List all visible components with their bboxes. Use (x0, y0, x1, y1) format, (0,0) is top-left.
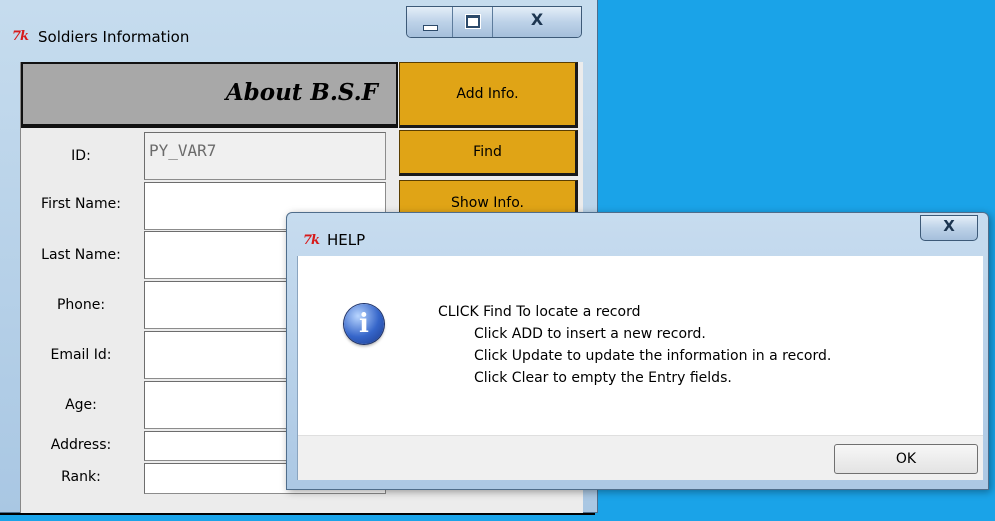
id-field[interactable]: PY_VAR7 (144, 132, 386, 180)
window-bottom-edge (0, 513, 595, 515)
about-banner-text: About B.S.F (225, 79, 378, 106)
main-window-title: Soldiers Information (38, 28, 190, 46)
maximize-icon[interactable] (453, 7, 493, 37)
tk-feather-icon: 7k (12, 29, 29, 44)
ok-button[interactable]: OK (834, 444, 978, 474)
help-message-line: Click Update to update the information i… (474, 348, 832, 364)
last-name-label: Last Name: (41, 247, 121, 263)
close-glyph: X (530, 10, 544, 29)
help-dialog-title: HELP (327, 231, 366, 249)
about-banner: About B.S.F (21, 62, 398, 128)
address-label: Address: (50, 437, 112, 453)
tk-feather-icon: 7k (303, 233, 320, 248)
email-label: Email Id: (50, 347, 112, 363)
help-message-line: CLICK Find To locate a record (438, 304, 641, 320)
rank-label: Rank: (61, 469, 101, 485)
main-titlebar[interactable]: 7k Soldiers Information X (0, 0, 597, 52)
help-message-line: Click Clear to empty the Entry fields. (474, 370, 732, 386)
phone-label: Phone: (56, 297, 106, 313)
add-info-button[interactable]: Add Info. (399, 62, 578, 128)
first-name-label: First Name: (41, 196, 121, 212)
age-label: Age: (65, 397, 97, 413)
help-message-line: Click ADD to insert a new record. (474, 326, 706, 342)
help-dialog-footer: OK (298, 435, 983, 480)
find-button[interactable]: Find (399, 130, 578, 176)
close-icon[interactable]: X (493, 7, 581, 37)
close-icon[interactable]: X (920, 215, 978, 241)
caption-buttons: X (406, 6, 582, 38)
help-dialog: 7k HELP X i CLICK Find To locate a recor… (286, 212, 989, 490)
help-message-body: i CLICK Find To locate a record Click AD… (297, 256, 983, 480)
minimize-icon[interactable] (407, 7, 453, 37)
close-glyph: X (943, 217, 955, 235)
info-icon: i (344, 304, 384, 344)
id-label: ID: (71, 148, 91, 164)
